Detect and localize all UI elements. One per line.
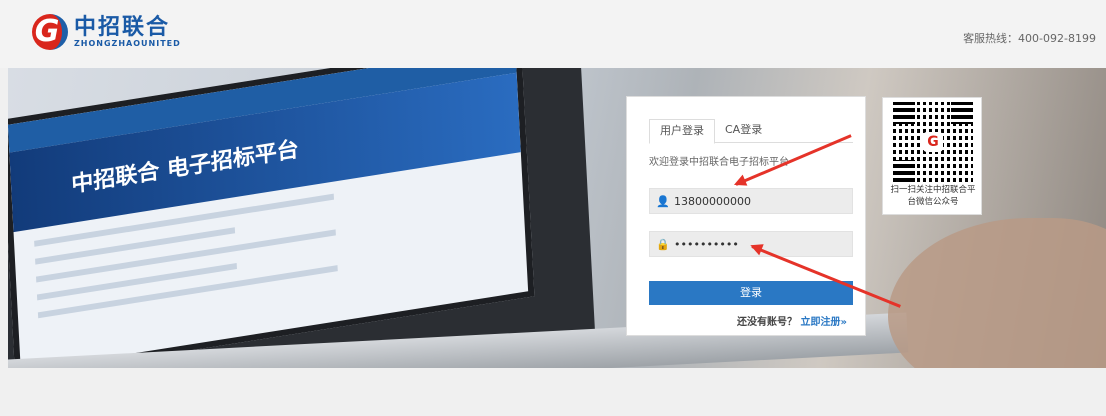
username-field[interactable]: 👤 [649,188,853,214]
username-input[interactable] [674,194,844,208]
welcome-text: 欢迎登录中招联合电子招标平台 [649,157,789,168]
qr-logo-icon: G [923,132,943,152]
service-hotline: 客服热线：400-092-8199 [963,32,1096,45]
site-logo[interactable]: G 中招联合 ZHONGZHAOUNITED [32,14,181,50]
login-tabs: 用户登录 CA登录 [649,119,853,144]
qr-caption: 扫一扫关注中招联合平台微信公众号 [890,185,976,207]
no-account-text: 还没有账号？ [737,317,797,328]
logo-english-name: ZHONGZHAOUNITED [74,38,181,48]
logo-chinese-name: 中招联合 [74,14,171,40]
site-header: G 中招联合 ZHONGZHAOUNITED 客服热线：400-092-8199 [0,0,1106,68]
register-prompt: 还没有账号？ 立即注册» [737,313,847,328]
login-panel: 用户登录 CA登录 欢迎登录中招联合电子招标平台 👤 🔒 登录 还没有账号？ 立… [626,96,866,336]
user-icon: 👤 [656,194,670,208]
tab-user-login[interactable]: 用户登录 [649,119,715,144]
logo-g-icon: G [32,14,68,50]
wechat-qr-card: G 扫一扫关注中招联合平台微信公众号 [882,97,982,215]
logo-text: 中招联合 ZHONGZHAOUNITED [74,14,181,48]
register-link[interactable]: 立即注册» [800,317,846,328]
lock-icon: 🔒 [656,237,670,251]
tab-ca-login[interactable]: CA登录 [715,119,772,142]
login-button[interactable]: 登录 [649,281,853,305]
hand-image [888,218,1106,368]
qr-code: G [893,102,973,182]
